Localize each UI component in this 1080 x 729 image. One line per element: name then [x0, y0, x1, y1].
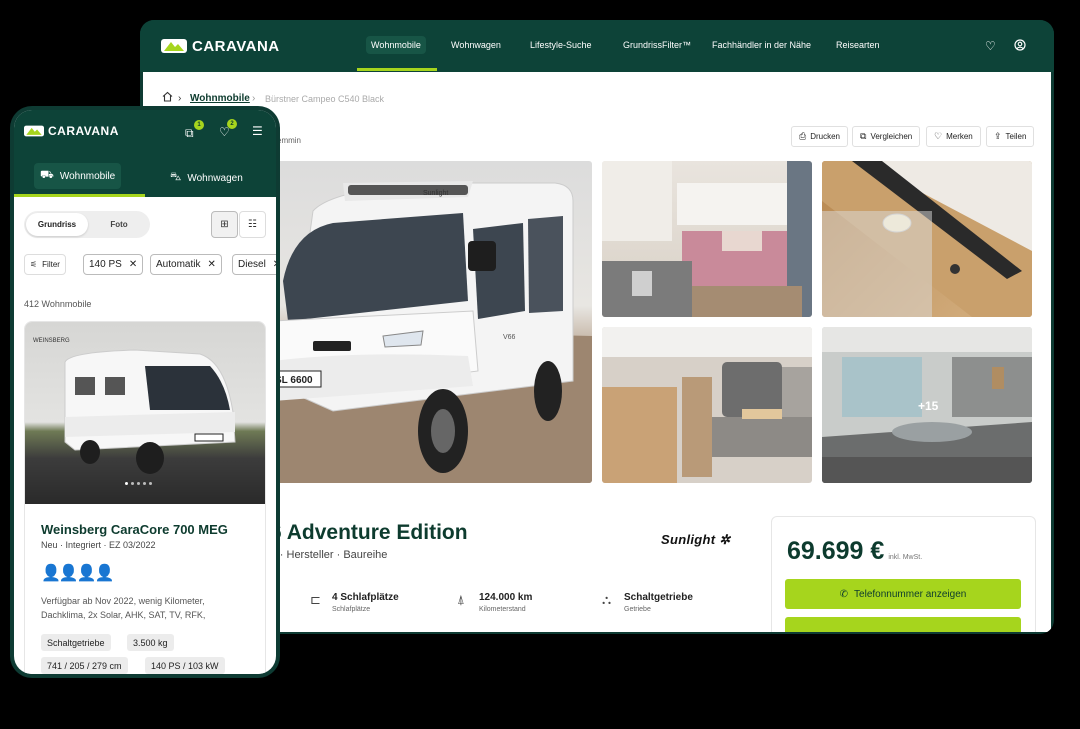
location-text: emmin [277, 136, 302, 145]
heart-icon: ♡ [934, 131, 943, 141]
breadcrumb-separator: › [252, 93, 256, 104]
price-box: 69.699 € inkl. MwSt. ✆ Telefonnummer anzei… [771, 516, 1036, 632]
chip-140ps[interactable]: 140 PS ✕ [83, 254, 144, 275]
caravana-logo[interactable]: CARAVANA [24, 124, 119, 138]
card-title: Weinsberg CaraCore 700 MEG [41, 522, 228, 537]
mobile-header: CARAVANA ⧉ 1 ♡ 2 ☰ ⛟ Wohnmobile ⛍ Wohnwage… [14, 110, 276, 197]
compare-icon: ⧉ [860, 131, 867, 141]
spec-sleeping-places: ⊏ 4 Schlafplätze Schlafplätze [310, 592, 399, 613]
interior-image [602, 327, 812, 483]
logo-mark-icon [24, 125, 44, 137]
print-button[interactable]: ⎙ Drucken [791, 126, 848, 147]
seats-icon: 👤👤👤👤 [41, 565, 115, 582]
photo-kitchen[interactable]: +15 [822, 327, 1032, 483]
chip-diesel[interactable]: Diesel✕ [232, 254, 276, 275]
spec-transmission: ⛬ Schaltgetriebe Getriebe [602, 592, 693, 613]
show-phone-button[interactable]: ✆ Telefonnummer anzeigen [785, 579, 1021, 609]
price: 69.699 € inkl. MwSt. [787, 537, 923, 565]
nav-fachhaendler[interactable]: Fachhändler in der Nähe [712, 40, 811, 50]
top-navigation: CARAVANA Wohnmobile Wohnwagen Lifestyle-… [140, 20, 1054, 72]
nav-reisearten[interactable]: Reisearten [836, 40, 880, 50]
breadcrumb-current: Bürstner Campeo C540 Black [265, 94, 385, 104]
grid-view-icon[interactable]: ⊞ [211, 211, 238, 238]
photo-bedroom[interactable] [602, 161, 812, 317]
photo-ceiling-light[interactable] [822, 161, 1032, 317]
svg-text:Sunlight: Sunlight [423, 190, 448, 197]
close-icon: ✕ [273, 259, 276, 270]
chip-automatik[interactable]: Automatik ✕ [150, 254, 222, 275]
gearbox-icon: ⛬ [602, 592, 612, 607]
nav-lifestyle-suche[interactable]: Lifestyle-Suche [530, 40, 592, 50]
close-icon: ✕ [128, 259, 138, 270]
carousel-dots[interactable] [125, 482, 152, 485]
motorhome-icon: ⛟ [40, 169, 54, 181]
road-icon: ⍋ [457, 592, 465, 607]
close-icon: ✕ [207, 259, 216, 270]
favorites-badge: 2 [227, 119, 237, 129]
home-icon[interactable] [162, 91, 173, 105]
phone-icon: ✆ [839, 588, 849, 600]
listing-card[interactable]: WEINSBERG Weinsberg CaraCore 700 MEG Neu… [24, 321, 266, 674]
logo-mark-icon [161, 39, 187, 53]
compare-badge: 1 [194, 120, 204, 130]
card-description: Verfügbar ab Nov 2022, wenig Kilometer, … [41, 596, 206, 620]
main-photo[interactable]: SL 6600 V66 Sunlight [273, 161, 592, 483]
compare-icon[interactable]: ⧉ [185, 126, 194, 141]
tab-active-underline [14, 194, 145, 197]
tab-wohnmobile[interactable]: ⛟ Wohnmobile [34, 163, 122, 189]
segment-foto[interactable]: Foto [90, 213, 148, 236]
share-button[interactable]: ⇪ Teilen [986, 126, 1035, 147]
card-photo-label: WEINSBERG [33, 338, 70, 344]
caravan-icon: ⛍ [170, 171, 182, 183]
card-subtitle: Neu · Integriert · EZ 03/2022 [41, 540, 156, 550]
card-photo[interactable]: WEINSBERG [25, 322, 265, 504]
spec-mileage: ⍋ 124.000 km Kilometerstand [457, 592, 533, 613]
save-button[interactable]: ♡ Merken [926, 126, 981, 147]
more-photos-count[interactable]: +15 [918, 399, 938, 413]
view-segment: Grundriss Foto [24, 211, 150, 238]
bedroom-image [602, 161, 812, 317]
mobile-device: CARAVANA ⧉ 1 ♡ 2 ☰ ⛟ Wohnmobile ⛍ Wohnwage… [10, 106, 280, 678]
menu-icon[interactable]: ☰ [252, 124, 263, 138]
list-view-icon[interactable]: ☷ [239, 211, 266, 238]
secondary-cta-button[interactable] [785, 617, 1021, 632]
compare-button[interactable]: ⧉ Vergleichen [852, 126, 921, 147]
filter-button[interactable]: ⚟ Filter [24, 254, 66, 275]
mobile-screen: CARAVANA ⧉ 1 ♡ 2 ☰ ⛟ Wohnmobile ⛍ Wohnwage… [14, 110, 276, 674]
ceiling-light-image [822, 161, 1032, 317]
bed-icon: ⊏ [310, 592, 321, 607]
svg-text:V66: V66 [503, 334, 516, 341]
nav-wohnwagen[interactable]: Wohnwagen [451, 40, 501, 50]
user-icon[interactable] [1014, 39, 1026, 54]
share-icon: ⇪ [994, 131, 1002, 141]
card-motorhome-image: WEINSBERG [33, 338, 236, 474]
tag-power: 140 PS / 103 kW [145, 657, 225, 674]
svg-text:SL 6600: SL 6600 [275, 375, 313, 386]
sliders-icon: ⚟ [30, 260, 38, 269]
logo-text: CARAVANA [192, 37, 280, 55]
photo-interior[interactable] [602, 327, 812, 483]
nav-grundrissfilter[interactable]: GrundrissFilter™ [623, 40, 691, 50]
nav-active-underline [357, 68, 437, 71]
caravana-logo[interactable]: CARAVANA [161, 37, 280, 55]
breadcrumb-separator: › [178, 93, 182, 104]
listing-subtitle: rt · Hersteller · Baureihe [270, 549, 388, 561]
nav-wohnmobile[interactable]: Wohnmobile [366, 36, 426, 54]
tab-wohnwagen[interactable]: ⛍ Wohnwagen [170, 162, 243, 194]
result-count: 412 Wohnmobile [24, 299, 92, 309]
segment-grundriss[interactable]: Grundriss [26, 213, 88, 236]
printer-icon: ⎙ [799, 131, 807, 141]
motorhome-image: SL 6600 V66 Sunlight [273, 181, 592, 483]
tag-weight: 3.500 kg [127, 634, 174, 651]
tag-dimensions: 741 / 205 / 279 cm [41, 657, 128, 674]
listing-title: 6 Adventure Edition [270, 521, 468, 544]
breadcrumb-wohnmobile[interactable]: Wohnmobile [190, 93, 250, 104]
tag-schaltgetriebe: Schaltgetriebe [41, 634, 111, 651]
heart-icon[interactable]: ♡ [985, 39, 996, 53]
sunlight-logo: Sunlight ✲ [661, 532, 731, 547]
